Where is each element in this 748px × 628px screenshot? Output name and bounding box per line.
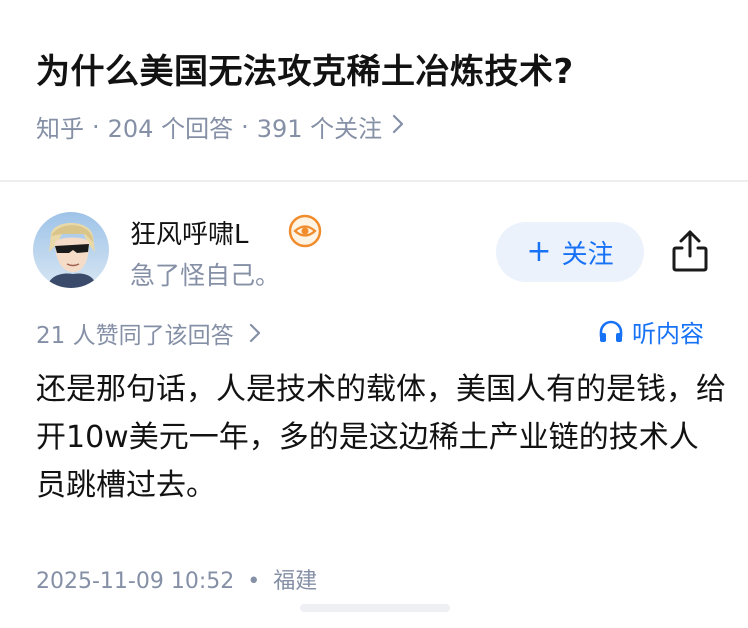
follow-button[interactable]: + 关注 [496,222,644,282]
share-icon[interactable] [670,228,710,274]
meta-separator: · [241,112,249,141]
answer-content[interactable]: 还是那句话，人是技术的载体，美国人有的是钱，给开10w美元一年，多的是这边稀土产… [36,366,726,510]
question-meta[interactable]: 知乎 · 204 个回答 · 391 个关注 [36,109,404,144]
eye-badge-icon [288,214,322,248]
follow-label: 关注 [561,239,614,270]
listen-label: 听内容 [632,320,704,348]
question-title[interactable]: 为什么美国无法攻克稀土冶炼技术? [36,44,574,93]
chevron-right-icon [249,323,261,349]
answer-text: 还是那句话，人是技术的载体，美国人有的是钱，给开10w美元一年，多的是这边稀土产… [36,372,726,503]
chevron-right-icon [392,114,404,140]
likes-text: 21 人赞同了该回答 [36,323,234,349]
headphones-icon [599,320,623,342]
meta-separator: · [92,112,100,141]
plus-icon: + [526,234,552,269]
author-name[interactable]: 狂风呼啸L [130,214,249,251]
answer-footer: 2025-11-09 10:52 • 福建 [36,563,317,595]
footer-separator: • [247,569,261,594]
author-avatar[interactable] [33,212,109,288]
listen-button[interactable]: 听内容 [598,314,704,349]
likes-summary[interactable]: 21 人赞同了该回答 [36,316,261,350]
follower-count: 391 个关注 [256,115,383,143]
section-divider [0,180,748,182]
answer-location: 福建 [273,569,318,594]
answer-count: 204 个回答 [107,115,234,143]
source-label: 知乎 [36,115,84,143]
author-bio: 急了怪自己。 [130,261,281,290]
watermark-logo [300,598,450,618]
answer-timestamp: 2025-11-09 10:52 [36,569,235,594]
